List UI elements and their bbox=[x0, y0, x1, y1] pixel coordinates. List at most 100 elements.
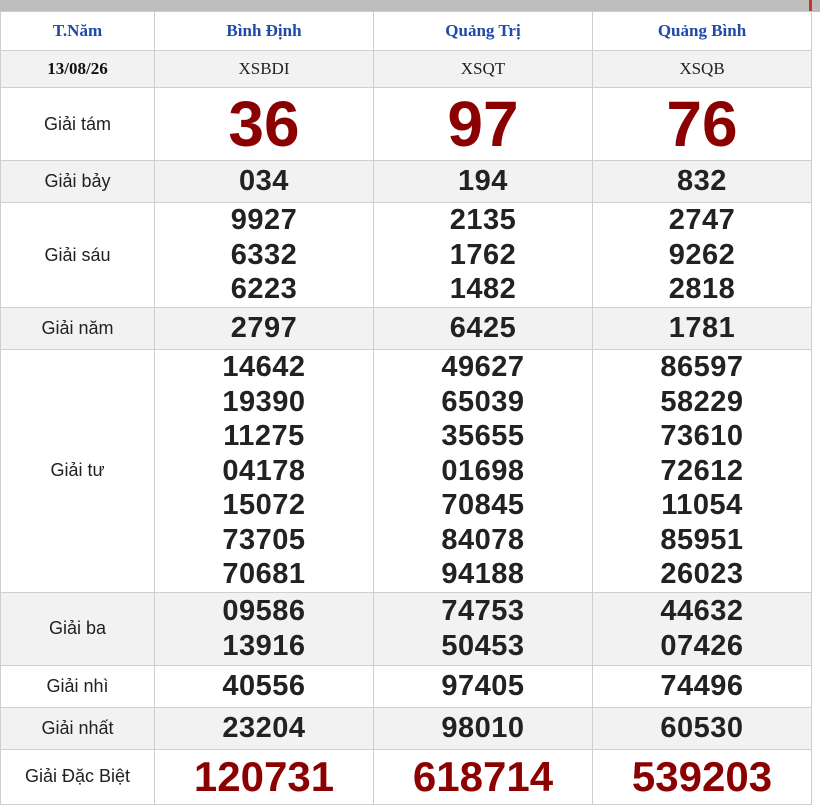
prize-cell: 44632 07426 bbox=[592, 591, 812, 666]
prize-number: 70681 bbox=[222, 558, 306, 590]
prize-number: 94188 bbox=[441, 558, 525, 590]
prize-cell: 2797 bbox=[154, 307, 374, 350]
prize-label-g3: Giải ba bbox=[0, 591, 155, 666]
prize-cell: 194 bbox=[373, 160, 593, 203]
province-header-binh-dinh[interactable]: Bình Định bbox=[154, 11, 374, 51]
prize-number: 97 bbox=[447, 88, 519, 160]
province-header-quang-binh[interactable]: Quảng Bình bbox=[592, 11, 812, 51]
prize-cell: 1781 bbox=[592, 307, 812, 350]
prize-cell: 539203 bbox=[592, 748, 812, 805]
codes-row: 13/08/26 XSBDI XSQT XSQB bbox=[0, 50, 812, 88]
prize-number: 11054 bbox=[661, 489, 743, 521]
prize-cell: 40556 bbox=[154, 664, 374, 708]
prize-number: 2797 bbox=[230, 312, 298, 345]
prize-number: 73610 bbox=[660, 420, 744, 452]
prize-number: 6223 bbox=[230, 273, 298, 306]
prize-cell: 74753 50453 bbox=[373, 591, 593, 666]
prize-cell: 120731 bbox=[154, 748, 374, 805]
prize-number: 13916 bbox=[222, 629, 306, 662]
prize-label-g4: Giải tư bbox=[0, 349, 155, 593]
special-prize-number: 120731 bbox=[193, 752, 335, 800]
prize-row-g4: Giải tư 14642 19390 11275 04178 15072 73… bbox=[0, 349, 812, 593]
lottery-results-table: T.Năm Bình Định Quảng Trị Quảng Bình 13/… bbox=[0, 11, 812, 805]
code-binh-dinh: XSBDI bbox=[154, 50, 374, 88]
prize-cell: 36 bbox=[154, 87, 374, 161]
prize-cell: 2747 9262 2818 bbox=[592, 202, 812, 308]
prize-cell: 618714 bbox=[373, 748, 593, 805]
prize-number: 04178 bbox=[222, 454, 306, 487]
prize-number: 49627 bbox=[441, 351, 525, 383]
prize-number: 194 bbox=[458, 165, 508, 198]
prize-cell: 2135 1762 1482 bbox=[373, 202, 593, 308]
prize-row-special: Giải Đặc Biệt 120731 618714 539203 bbox=[0, 748, 812, 805]
prize-number: 9262 bbox=[668, 238, 736, 271]
special-prize-number: 618714 bbox=[412, 752, 554, 800]
prize-number: 72612 bbox=[660, 454, 744, 487]
prize-cell: 034 bbox=[154, 160, 374, 203]
prize-number: 58229 bbox=[660, 385, 744, 418]
prize-row-g6: Giải sáu 9927 6332 6223 2135 1762 1482 2… bbox=[0, 202, 812, 308]
prize-number: 9927 bbox=[230, 204, 298, 237]
prize-number: 40556 bbox=[222, 669, 306, 702]
prize-cell: 74496 bbox=[592, 664, 812, 708]
prize-cell: 6425 bbox=[373, 307, 593, 350]
prize-number: 832 bbox=[677, 165, 727, 198]
prize-cell: 23204 bbox=[154, 706, 374, 750]
prize-number: 1781 bbox=[668, 312, 736, 345]
prize-label-g5: Giải năm bbox=[0, 307, 155, 350]
prize-number: 1482 bbox=[449, 273, 517, 306]
prize-number: 74753 bbox=[441, 595, 525, 627]
prize-number: 15072 bbox=[222, 489, 306, 521]
prize-number: 2818 bbox=[668, 273, 736, 306]
prize-number: 19390 bbox=[222, 385, 306, 418]
prize-number: 35655 bbox=[441, 420, 525, 452]
prize-number: 60530 bbox=[660, 711, 744, 744]
prize-number: 2135 bbox=[449, 204, 517, 237]
prize-cell: 09586 13916 bbox=[154, 591, 374, 666]
prize-row-g8: Giải tám 36 97 76 bbox=[0, 87, 812, 161]
prize-number: 97405 bbox=[441, 669, 525, 702]
prize-number: 1762 bbox=[449, 238, 517, 271]
prize-number: 86597 bbox=[660, 351, 744, 383]
prize-cell: 98010 bbox=[373, 706, 593, 750]
prize-number: 6332 bbox=[230, 238, 298, 271]
prize-number: 01698 bbox=[441, 454, 525, 487]
prize-label-g2: Giải nhì bbox=[0, 664, 155, 708]
prize-cell: 97405 bbox=[373, 664, 593, 708]
prize-number: 70845 bbox=[441, 489, 525, 521]
draw-date: 13/08/26 bbox=[0, 50, 155, 88]
prize-number: 65039 bbox=[441, 385, 525, 418]
prize-number: 14642 bbox=[222, 351, 306, 383]
prize-number: 85951 bbox=[660, 523, 744, 556]
prize-label-g7: Giải bảy bbox=[0, 160, 155, 203]
prize-row-g3: Giải ba 09586 13916 74753 50453 44632 07… bbox=[0, 591, 812, 666]
special-prize-number: 539203 bbox=[631, 752, 773, 800]
prize-number: 26023 bbox=[660, 558, 744, 590]
prize-row-g1: Giải nhất 23204 98010 60530 bbox=[0, 706, 812, 750]
prize-cell: 832 bbox=[592, 160, 812, 203]
prize-number: 034 bbox=[239, 165, 289, 198]
prize-cell: 9927 6332 6223 bbox=[154, 202, 374, 308]
prize-number: 09586 bbox=[222, 595, 306, 627]
code-quang-binh: XSQB bbox=[592, 50, 812, 88]
prize-number: 76 bbox=[666, 88, 738, 160]
prize-number: 73705 bbox=[222, 523, 306, 556]
header-row: T.Năm Bình Định Quảng Trị Quảng Bình bbox=[0, 11, 812, 51]
code-quang-tri: XSQT bbox=[373, 50, 593, 88]
prize-number: 36 bbox=[228, 88, 300, 160]
prize-label-special: Giải Đặc Biệt bbox=[0, 748, 155, 805]
prize-label-g6: Giải sáu bbox=[0, 202, 155, 308]
prize-number: 6425 bbox=[449, 312, 517, 345]
prize-number: 23204 bbox=[222, 711, 306, 744]
prize-number: 11275 bbox=[223, 420, 305, 452]
prize-number: 2747 bbox=[668, 204, 736, 237]
prize-number: 74496 bbox=[660, 669, 744, 702]
prize-cell: 14642 19390 11275 04178 15072 73705 7068… bbox=[154, 349, 374, 593]
province-header-quang-tri[interactable]: Quảng Trị bbox=[373, 11, 593, 51]
prize-cell: 76 bbox=[592, 87, 812, 161]
prize-number: 44632 bbox=[660, 595, 744, 627]
prize-cell: 60530 bbox=[592, 706, 812, 750]
prize-cell: 97 bbox=[373, 87, 593, 161]
prize-label-g1: Giải nhất bbox=[0, 706, 155, 750]
prize-cell: 49627 65039 35655 01698 70845 84078 9418… bbox=[373, 349, 593, 593]
